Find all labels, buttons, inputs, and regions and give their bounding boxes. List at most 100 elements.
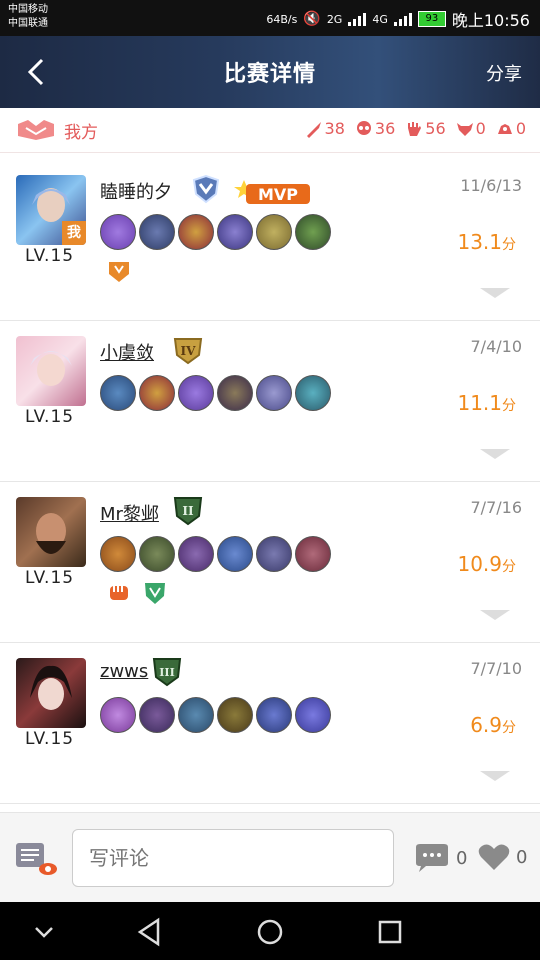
item-icon	[256, 375, 292, 411]
comment-input[interactable]	[72, 829, 394, 887]
player-row[interactable]: LV.15 Mr黎邺 II 7/7/16 10.9分	[0, 482, 540, 643]
rank-silver-icon: II	[173, 497, 203, 526]
item-icon	[139, 697, 175, 733]
expand-arrow-icon[interactable]	[480, 449, 510, 459]
item-icon	[139, 214, 175, 250]
share-button[interactable]: 分享	[486, 60, 522, 86]
comment-bar: 0 0	[0, 812, 540, 903]
status-icons: 64B/s 🔇 2G 4G 93 晚上10:56	[266, 7, 530, 31]
nav-back-icon[interactable]	[134, 916, 166, 948]
item-icon	[139, 375, 175, 411]
item-slots	[100, 536, 331, 572]
player-name[interactable]: 瞌睡的夕	[100, 178, 172, 204]
player-score: 6.9分	[470, 713, 516, 737]
stat-tyrant: 0	[456, 119, 486, 138]
player-kda: 7/4/10	[470, 337, 523, 356]
carrier-2: 中国联通	[8, 18, 48, 29]
battery-icon: 93	[417, 11, 446, 27]
player-name[interactable]: 小虞敛	[100, 339, 154, 365]
mvp-badge: MVP	[234, 180, 310, 204]
expand-arrow-icon[interactable]	[480, 288, 510, 298]
stat-overlord: 0	[496, 119, 526, 138]
hero-portrait	[36, 513, 66, 554]
player-level: LV.15	[25, 568, 75, 588]
fire-badge-icon	[109, 262, 129, 282]
rank-silver-icon: III	[152, 658, 182, 687]
sword-icon	[306, 121, 321, 138]
network-speed: 64B/s	[266, 12, 298, 26]
avatar[interactable]	[16, 658, 86, 728]
carrier-info: 中国移动 中国联通	[8, 3, 48, 31]
nav-hide-icon[interactable]	[28, 916, 60, 948]
comment-count[interactable]: 0	[414, 843, 467, 873]
item-icon	[295, 536, 331, 572]
comment-count-value: 0	[456, 847, 468, 869]
stat-value: 36	[374, 119, 396, 138]
item-icon	[100, 375, 136, 411]
player-name[interactable]: Mr黎邺	[100, 500, 159, 526]
player-name[interactable]: zwws	[100, 661, 148, 682]
player-level: LV.15	[25, 246, 75, 266]
nav-recents-icon[interactable]	[374, 916, 406, 948]
net-type-1: 2G	[326, 12, 343, 26]
status-bar: 中国移动 中国联通 64B/s 🔇 2G 4G 93 晚上10:56	[0, 0, 540, 36]
signal-icon-2	[393, 12, 412, 26]
item-icon	[295, 697, 331, 733]
handshake-icon	[18, 120, 54, 140]
item-icon	[178, 375, 214, 411]
mute-icon: 🔇	[303, 11, 321, 27]
fist-badge-icon	[110, 586, 128, 600]
item-icon	[178, 697, 214, 733]
chat-bubble-icon	[416, 844, 448, 872]
stat-deaths: 36	[355, 119, 395, 138]
player-row[interactable]: LV.15 zwws III 7/7/10 6.9分	[0, 643, 540, 804]
hero-portrait	[30, 351, 72, 386]
score-unit: 分	[502, 237, 516, 253]
hero-portrait	[30, 665, 72, 710]
stat-assists: 56	[405, 119, 446, 138]
item-icon	[100, 214, 136, 250]
expand-arrow-icon[interactable]	[480, 771, 510, 781]
expand-arrow-icon[interactable]	[480, 610, 510, 620]
item-icon	[217, 536, 253, 572]
page-title: 比赛详情	[223, 62, 316, 87]
score-unit: 分	[502, 398, 516, 414]
rank-gold-icon: IV	[173, 338, 203, 365]
signal-icon	[348, 12, 367, 26]
dragon-icon	[497, 123, 512, 134]
comment-list-icon[interactable]	[14, 839, 58, 879]
like-count[interactable]: 0	[478, 843, 527, 871]
player-score: 10.9分	[457, 552, 516, 576]
item-icon	[295, 214, 331, 250]
item-icon	[256, 697, 292, 733]
extra-badges	[106, 258, 132, 284]
player-row[interactable]: 我 LV.15 瞌睡的夕 MVP 11/6/13 13.1分	[0, 160, 540, 321]
net-type-2: 4G	[372, 12, 388, 26]
score-value: 10.9	[457, 552, 502, 576]
stat-value: 38	[324, 119, 345, 138]
player-row[interactable]: LV.15 小虞敛 IV 7/4/10 11.1分	[0, 321, 540, 482]
clock: 晚上10:56	[451, 11, 530, 30]
shield-badge-icon	[145, 583, 165, 604]
nav-home-icon[interactable]	[254, 916, 286, 948]
avatar[interactable]	[16, 497, 86, 567]
extra-badges	[106, 580, 168, 606]
hand-icon	[408, 121, 422, 136]
system-nav-bar	[0, 902, 540, 960]
avatar[interactable]	[16, 336, 86, 406]
stat-value: 0	[475, 119, 486, 138]
item-icon	[217, 214, 253, 250]
heart-icon	[478, 844, 510, 870]
like-count-value: 0	[516, 846, 528, 868]
player-score: 13.1分	[457, 230, 516, 254]
avatar[interactable]: 我	[16, 175, 86, 245]
item-icon	[100, 536, 136, 572]
item-icon	[139, 536, 175, 572]
item-icon	[295, 375, 331, 411]
item-slots	[100, 697, 331, 733]
stat-value: 56	[425, 119, 446, 138]
score-value: 11.1	[457, 391, 502, 415]
team-stats: 38 36 56 0 0	[305, 119, 526, 138]
item-icon	[178, 536, 214, 572]
player-list: 我 LV.15 瞌睡的夕 MVP 11/6/13 13.1分 LV.15 小虞敛…	[0, 160, 540, 804]
